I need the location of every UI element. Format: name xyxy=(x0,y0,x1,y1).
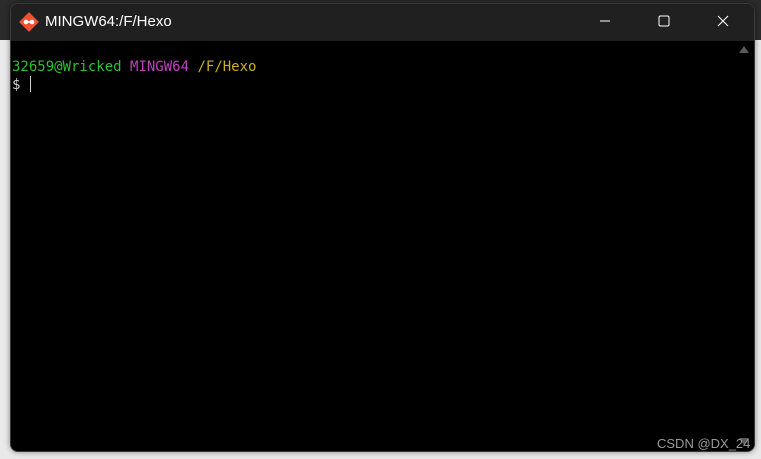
terminal-window: MINGW64:/F/Hexo 32659@Wricked MINGW64 /F… xyxy=(10,3,755,452)
minimize-button[interactable] xyxy=(582,4,628,41)
prompt-header-line: 32659@Wricked MINGW64 /F/Hexo xyxy=(12,59,256,76)
command-line[interactable]: $ xyxy=(12,76,31,94)
git-bash-icon[interactable] xyxy=(19,12,39,32)
minimize-icon xyxy=(599,14,611,32)
window-title: MINGW64:/F/Hexo xyxy=(45,13,172,30)
current-path: /F/Hexo xyxy=(197,59,257,75)
user-host: 32659@Wricked xyxy=(12,59,122,75)
prompt-symbol: $ xyxy=(12,77,21,93)
close-button[interactable] xyxy=(700,4,746,41)
scroll-up-arrow-icon[interactable] xyxy=(739,46,749,53)
close-icon xyxy=(717,14,729,32)
watermark: CSDN @DX_24 xyxy=(657,436,751,451)
maximize-button[interactable] xyxy=(641,4,687,41)
vertical-scrollbar[interactable] xyxy=(735,41,754,451)
text-cursor xyxy=(29,76,31,92)
system-name: MINGW64 xyxy=(130,59,190,75)
terminal-output[interactable]: 32659@Wricked MINGW64 /F/Hexo $ xyxy=(11,41,735,451)
maximize-icon xyxy=(658,14,670,32)
title-bar[interactable]: MINGW64:/F/Hexo xyxy=(11,4,754,41)
